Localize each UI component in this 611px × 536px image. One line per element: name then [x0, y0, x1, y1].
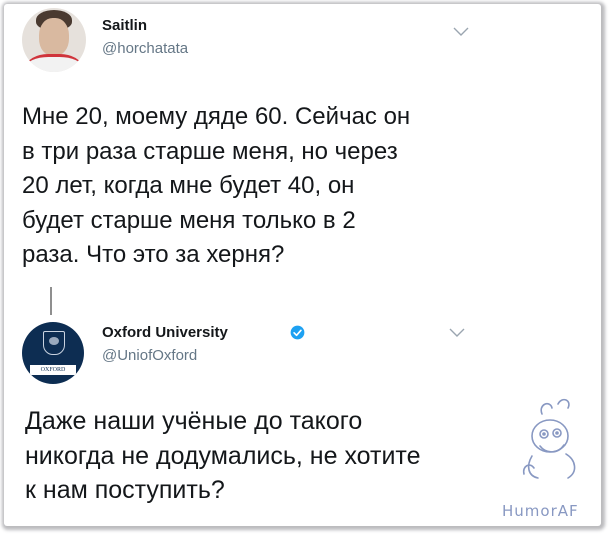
tweet1-author-handle[interactable]: @horchatata — [102, 40, 188, 57]
tweet2-author-handle[interactable]: @UniofOxford — [102, 347, 197, 364]
tweet1-text: Мне 20, моему дяде 60. Сейчас он в три р… — [22, 103, 411, 268]
oxford-crest-icon — [43, 331, 65, 355]
oxford-avatar[interactable]: OXFORD — [22, 322, 84, 384]
user-avatar[interactable] — [22, 8, 86, 72]
avatar-face — [39, 18, 69, 56]
verified-badge-icon — [290, 325, 305, 340]
tweet1-author-name[interactable]: Saitlin — [102, 17, 147, 34]
avatar-shirt — [26, 54, 82, 72]
oxford-avatar-caption: OXFORD — [30, 365, 76, 375]
watermark-text: HumorAF — [502, 502, 579, 520]
chevron-down-icon[interactable] — [449, 328, 465, 338]
chevron-down-icon[interactable] — [453, 27, 469, 37]
screenshot-frame: Saitlin @horchatata Мне 20, моему дяде 6… — [4, 4, 601, 526]
thread-connector — [50, 287, 52, 315]
tweet2-text: Даже наши учёные до такого никогда не до… — [25, 407, 421, 504]
tweet2-author-name[interactable]: Oxford University — [102, 324, 228, 341]
